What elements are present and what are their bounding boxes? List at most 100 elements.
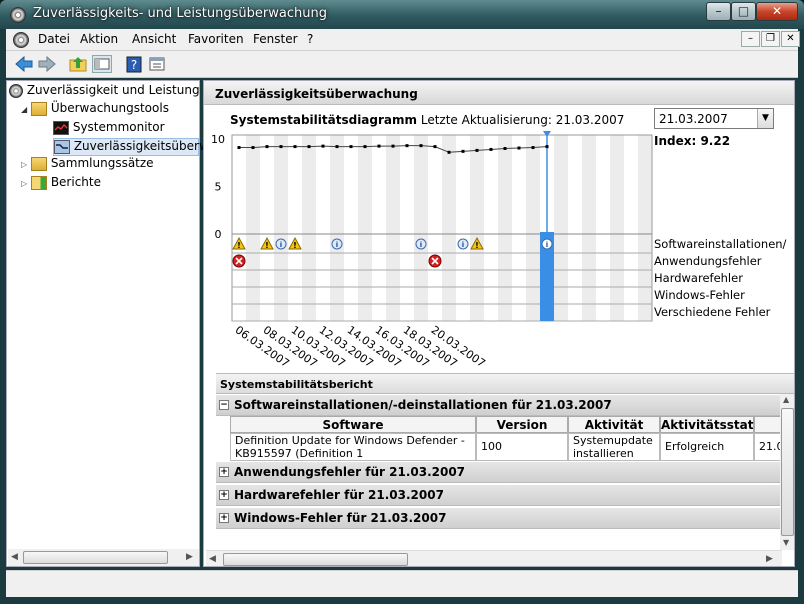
stability-point [489, 147, 493, 151]
reliability-icon [54, 139, 70, 154]
stability-point [475, 148, 479, 152]
tree-item-monitoring-tools[interactable]: ◢ Überwachungstools [21, 101, 169, 119]
scroll-right-arrow-icon[interactable]: ▶ [766, 554, 773, 564]
scroll-up-arrow-icon[interactable]: ▲ [783, 395, 789, 404]
menu-aktion[interactable]: Aktion [80, 32, 118, 46]
warning-mark: ! [475, 241, 479, 250]
app-menu-icon[interactable] [13, 32, 29, 48]
properties-icon[interactable] [147, 55, 167, 73]
section-label: Windows-Fehler für 21.03.2007 [234, 511, 447, 525]
details-pane: Zuverlässigkeitsüberwachung Systemstabil… [203, 80, 795, 567]
event-row-label: Windows-Fehler [654, 288, 745, 302]
cell-activity-status: Erfolgreich [660, 433, 754, 461]
stability-point [503, 147, 507, 150]
stability-point [419, 144, 423, 148]
section-hardware-errors[interactable]: + Hardwarefehler für 21.03.2007 [216, 485, 794, 506]
up-folder-icon[interactable] [68, 55, 88, 73]
stability-point [251, 146, 255, 150]
day-column [274, 135, 288, 321]
y-tick-label: 5 [215, 181, 222, 194]
scroll-down-arrow-icon[interactable]: ▼ [783, 538, 789, 547]
col-header-activity[interactable]: Aktivität [568, 416, 660, 433]
scrollbar-thumb[interactable] [223, 553, 408, 566]
stability-point [433, 145, 437, 149]
stability-point [545, 145, 549, 149]
report-vertical-scrollbar[interactable]: ▲ ▼ [780, 394, 794, 550]
day-column [288, 135, 302, 321]
console-tree-icon[interactable] [92, 55, 112, 73]
day-column [232, 135, 246, 321]
day-column [400, 135, 414, 321]
mdi-restore-button[interactable]: ❐ [761, 31, 780, 47]
col-header-version[interactable]: Version [476, 416, 568, 433]
cell-activity: Systemupdate installieren [568, 433, 660, 461]
day-column [386, 135, 400, 321]
scrollbar-thumb[interactable] [781, 408, 794, 536]
collection-folder-icon [30, 156, 47, 171]
minimize-button[interactable]: – [706, 2, 731, 21]
section-label: Softwareinstallationen/-deinstallationen… [234, 398, 612, 412]
stability-point [279, 145, 283, 149]
tree-item-collection-sets[interactable]: ▷ Sammlungssätze [21, 156, 154, 174]
mdi-close-button[interactable]: ✕ [781, 31, 800, 47]
day-column [428, 135, 442, 321]
reliability-app-icon [10, 7, 26, 23]
collapse-icon[interactable]: − [219, 400, 229, 410]
menu-help[interactable]: ? [307, 32, 313, 46]
expand-icon[interactable]: + [219, 513, 229, 523]
reliability-root-icon [9, 83, 23, 98]
col-header-activity-status[interactable]: Aktivitätsstatus [660, 416, 769, 433]
stability-point [237, 146, 241, 150]
section-windows-errors[interactable]: + Windows-Fehler für 21.03.2007 [216, 508, 794, 529]
info-mark: i [336, 241, 338, 249]
day-column [344, 135, 358, 321]
title-bar[interactable]: Zuverlässigkeits- und Leistungsüberwachu… [0, 0, 804, 29]
tree-collapsed-arrow-icon[interactable]: ▷ [21, 160, 27, 169]
maximize-button[interactable]: □ [731, 2, 756, 21]
tree-horizontal-scrollbar[interactable]: ◀ ▶ [8, 549, 199, 566]
menu-ansicht[interactable]: Ansicht [132, 32, 176, 46]
tree-item-system-monitor[interactable]: Systemmonitor [53, 120, 165, 138]
tree-item-reliability-monitor[interactable]: Zuverlässigkeitsüberwa [53, 138, 216, 156]
expand-icon[interactable]: + [219, 467, 229, 477]
close-button[interactable]: ✕ [756, 2, 798, 21]
scroll-left-arrow-icon[interactable]: ◀ [209, 554, 216, 564]
tree-item-reports[interactable]: ▷ Berichte [21, 175, 101, 193]
expand-icon[interactable]: + [219, 490, 229, 500]
tree-item-root[interactable]: Zuverlässigkeit und Leistung [9, 83, 200, 101]
warning-mark: ! [293, 241, 297, 250]
forward-arrow-icon[interactable] [37, 55, 57, 73]
stability-point [377, 144, 381, 148]
day-column [470, 135, 484, 321]
day-column [302, 135, 316, 321]
stability-point [363, 145, 367, 149]
scroll-right-arrow-icon[interactable]: ▶ [186, 552, 193, 562]
menu-datei[interactable]: Datei [38, 32, 70, 46]
section-software[interactable]: − Softwareinstallationen/-deinstallation… [216, 395, 794, 416]
menu-bar: Datei Aktion Ansicht Favoriten Fenster ?… [6, 29, 800, 51]
col-header-software[interactable]: Software [230, 416, 476, 433]
day-column [610, 135, 624, 321]
report-horizontal-scrollbar[interactable]: ◀ ▶ [206, 550, 782, 566]
event-row-label: Anwendungsfehler [654, 254, 762, 268]
day-column [372, 135, 386, 321]
day-column [526, 135, 540, 321]
stability-point [265, 145, 269, 149]
day-column [624, 135, 638, 321]
tree-expanded-arrow-icon[interactable]: ◢ [21, 105, 27, 114]
day-column [582, 135, 596, 321]
back-arrow-icon[interactable] [14, 55, 34, 73]
section-app-errors[interactable]: + Anwendungsfehler für 21.03.2007 [216, 462, 794, 483]
mdi-minimize-button[interactable]: – [741, 31, 760, 47]
help-icon[interactable]: ? [124, 55, 144, 73]
day-column [568, 135, 582, 321]
tree-collapsed-arrow-icon[interactable]: ▷ [21, 179, 27, 188]
menu-favoriten[interactable]: Favoriten [188, 32, 244, 46]
day-column [414, 135, 428, 321]
scroll-left-arrow-icon[interactable]: ◀ [11, 552, 18, 562]
tree-item-label: Sammlungssätze [50, 156, 154, 170]
scrollbar-thumb[interactable] [23, 551, 168, 564]
svg-text:?: ? [131, 58, 137, 72]
day-column [484, 135, 498, 321]
menu-fenster[interactable]: Fenster [253, 32, 298, 46]
